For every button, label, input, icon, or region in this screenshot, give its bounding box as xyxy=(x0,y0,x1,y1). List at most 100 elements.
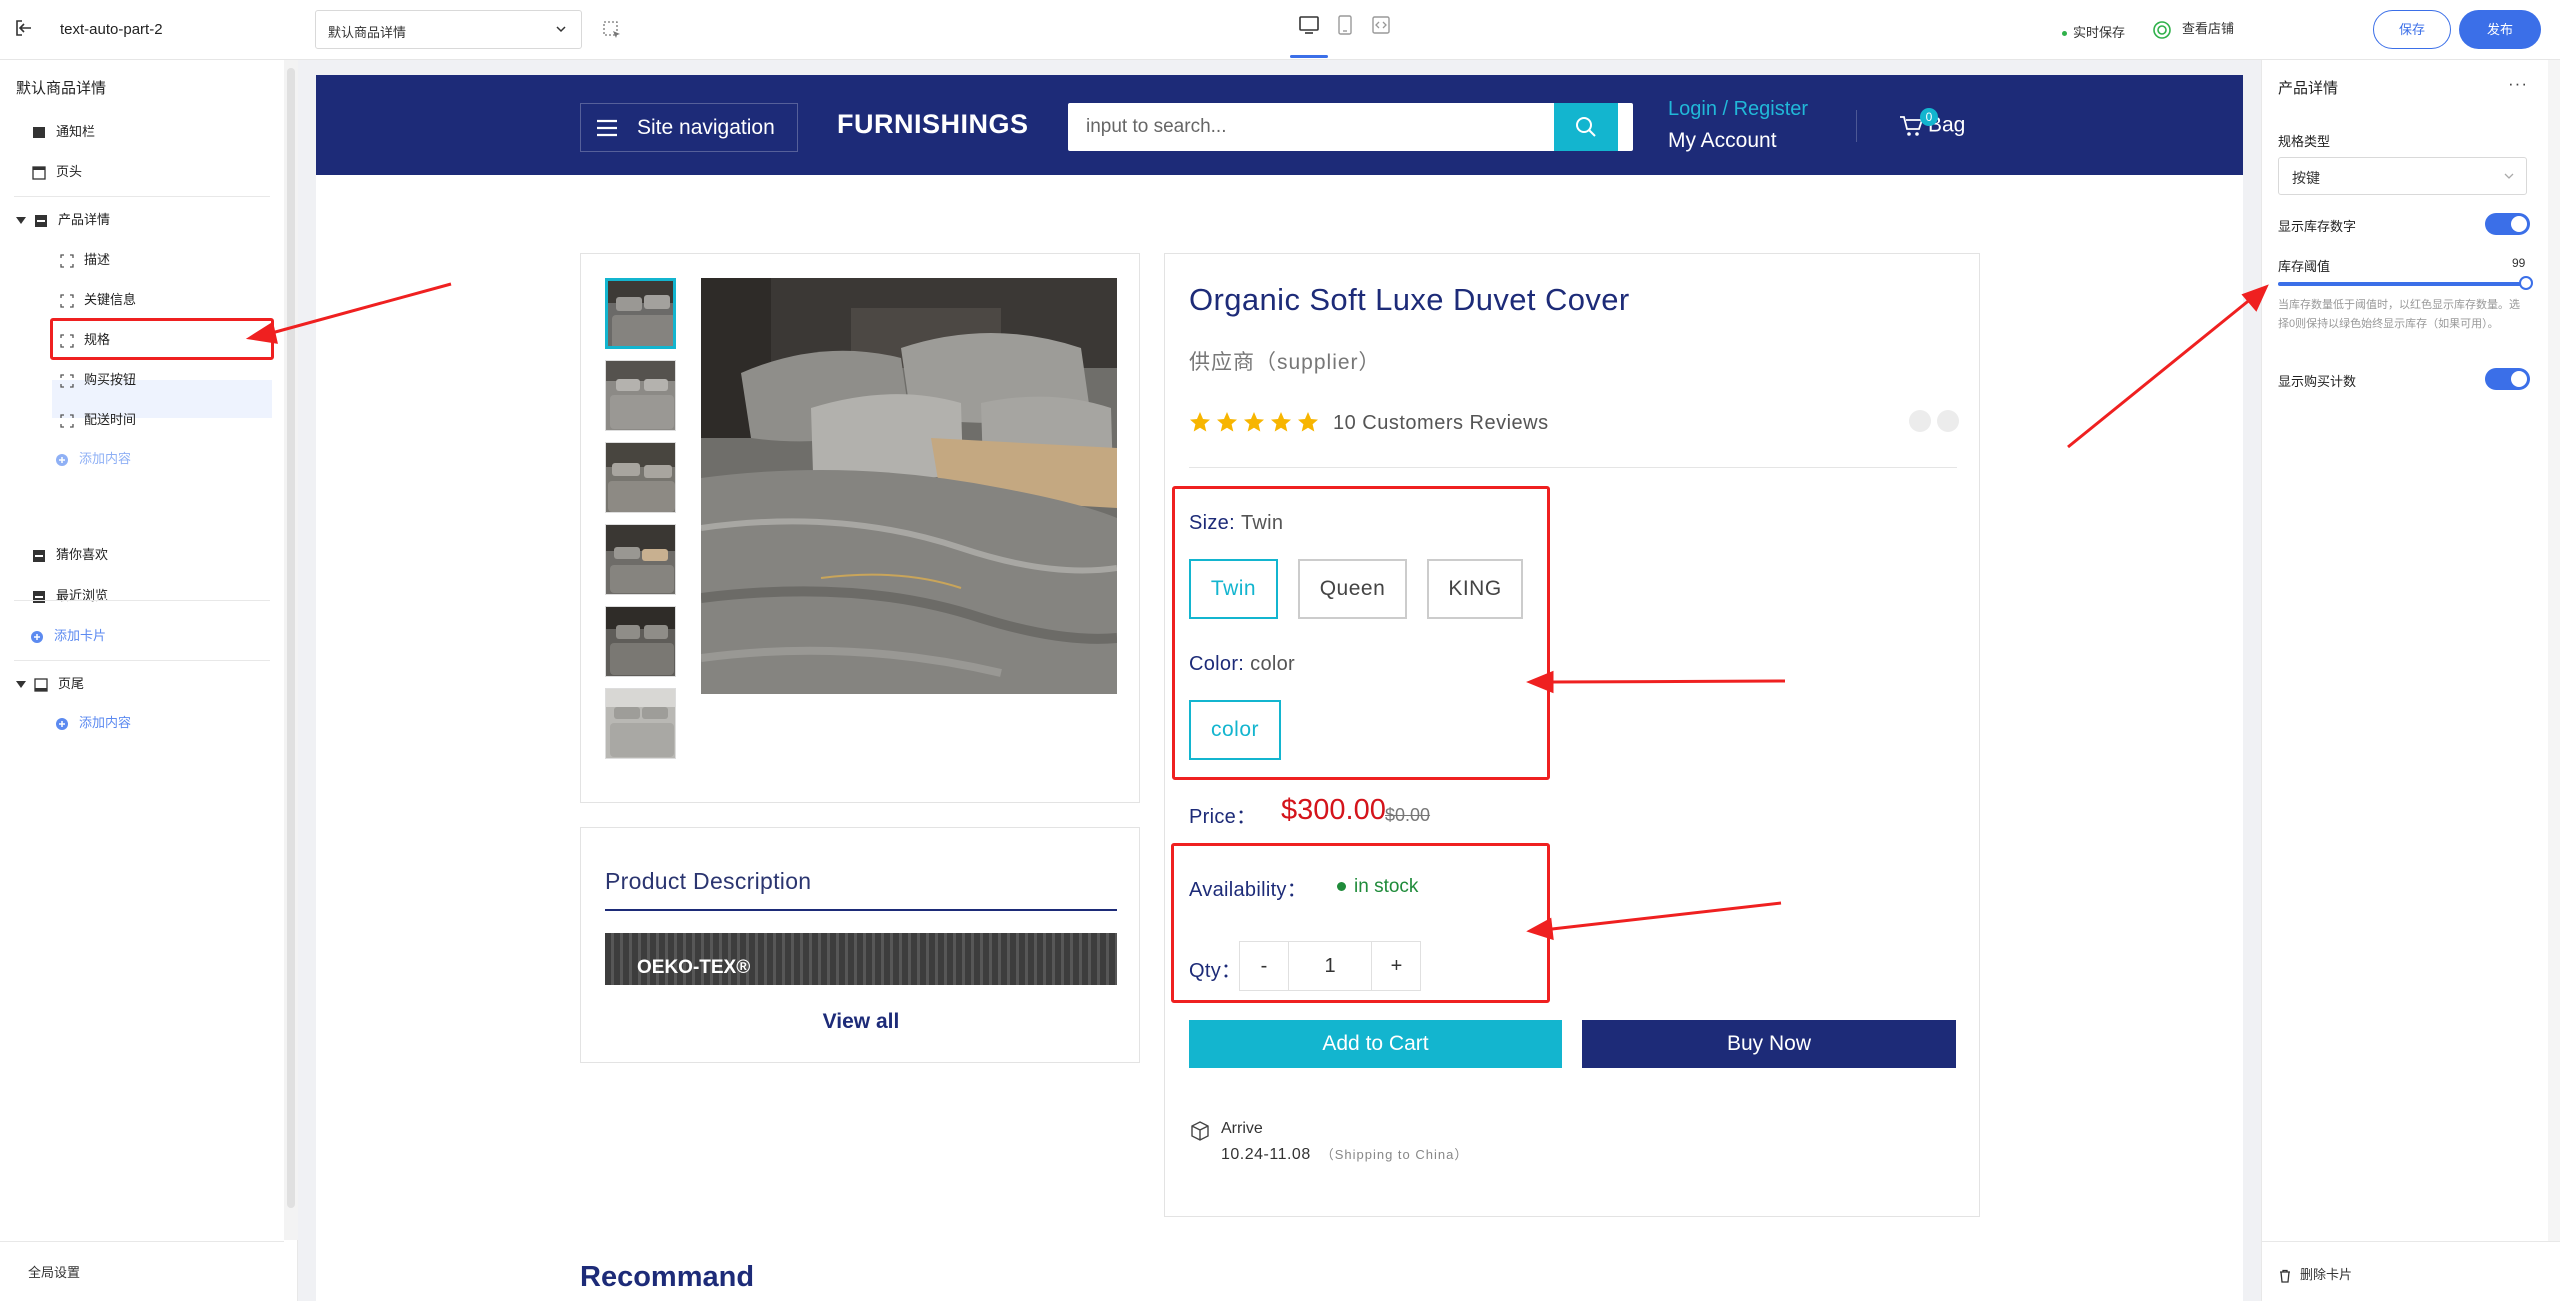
exit-icon[interactable] xyxy=(14,18,34,38)
arrive-date-range: 10.24-11.08 （Shipping to China） xyxy=(1221,1144,1468,1164)
sidebar-item-buy-buttons[interactable]: 购买按钮 xyxy=(60,360,136,400)
autosave-dot xyxy=(2062,31,2067,37)
rating-stars xyxy=(1189,411,1324,438)
more-options-icon[interactable]: ··· xyxy=(2508,74,2528,94)
trash-icon xyxy=(2280,1269,2290,1283)
duvet-cover-photo xyxy=(701,278,1117,694)
stock-threshold-slider-fill xyxy=(2278,282,2526,286)
block-icon xyxy=(60,413,74,428)
description-title-underline xyxy=(605,909,1117,911)
package-icon xyxy=(1191,1121,1209,1141)
search-input[interactable]: input to search... xyxy=(1068,103,1633,151)
sidebar-item-key-info[interactable]: 关键信息 xyxy=(60,280,136,320)
sidebar-item-recently-viewed[interactable]: 最近浏览 xyxy=(32,576,108,616)
store-header: Site navigation FURNISHINGS input to sea… xyxy=(316,75,2243,175)
sidebar-scroll-thumb[interactable] xyxy=(287,68,295,1208)
show-stock-count-toggle[interactable] xyxy=(2485,213,2530,235)
expand-caret-icon[interactable] xyxy=(16,681,26,689)
global-settings-button[interactable]: 全局设置 xyxy=(0,1241,284,1301)
block-icon xyxy=(60,293,74,308)
autosave-status: 实时保存 xyxy=(2062,22,2125,41)
gallery-thumbnail[interactable] xyxy=(605,606,676,677)
add-card-button[interactable]: 添加卡片 xyxy=(30,616,106,656)
view-store-link[interactable]: 查看店铺 xyxy=(2152,18,2234,40)
header-divider xyxy=(1856,110,1857,142)
sidebar-item-footer[interactable]: 页尾 xyxy=(16,664,84,704)
gallery-thumbnail[interactable] xyxy=(605,278,676,349)
sidebar-item-description[interactable]: 描述 xyxy=(60,240,110,280)
sidebar-item-notification-bar[interactable]: 通知栏 xyxy=(32,112,95,152)
delete-card-button[interactable]: 删除卡片 xyxy=(2278,1264,2352,1283)
buy-now-button[interactable]: Buy Now xyxy=(1582,1020,1956,1068)
sidebar-item-label: 页尾 xyxy=(58,676,85,691)
star-icon xyxy=(1217,412,1237,432)
search-icon xyxy=(1576,117,1596,137)
save-button[interactable]: 保存 xyxy=(2373,10,2451,49)
chevron-down-icon xyxy=(2504,173,2514,179)
login-register-link[interactable]: Login / Register xyxy=(1668,98,1808,121)
gallery-thumbnail[interactable] xyxy=(605,688,676,759)
store-icon xyxy=(2153,20,2171,39)
arrive-dates: 10.24-11.08 xyxy=(1221,1146,1311,1163)
stock-threshold-slider-handle[interactable] xyxy=(2518,276,2533,290)
star-icon xyxy=(1298,412,1318,432)
sidebar-divider xyxy=(14,600,270,601)
compare-at-price: $0.00 xyxy=(1385,805,1431,825)
code-view-icon[interactable] xyxy=(1370,14,1392,36)
top-bar: text-auto-part-2 默认商品详情 实时保存 查看店铺 保存 发布 xyxy=(0,0,2560,60)
facebook-share-icon[interactable] xyxy=(1909,410,1931,432)
desktop-view-icon[interactable] xyxy=(1298,14,1320,36)
star-icon xyxy=(1190,412,1210,432)
gallery-thumbnail[interactable] xyxy=(605,360,676,431)
add-footer-content-button[interactable]: 添加内容 xyxy=(55,703,131,743)
product-price: $300.00 xyxy=(1281,794,1386,826)
expand-caret-icon[interactable] xyxy=(16,217,26,225)
project-name: text-auto-part-2 xyxy=(60,21,163,38)
sidebar-item-delivery-time[interactable]: 配送时间 xyxy=(60,400,136,440)
sidebar-item-label: 通知栏 xyxy=(56,124,96,139)
site-navigation-button[interactable]: Site navigation xyxy=(580,103,798,152)
stock-threshold-hint: 当库存数量低于阈值时，以红色显示库存数量。选择0则保持以绿色始终显示库存（如果可… xyxy=(2278,299,2520,330)
gallery-thumbnail[interactable] xyxy=(605,524,676,595)
device-active-indicator xyxy=(1290,55,1328,58)
twitter-share-icon[interactable] xyxy=(1937,410,1959,432)
bedding-thumbnail-image xyxy=(606,443,675,512)
tablet-view-icon[interactable] xyxy=(1334,14,1356,36)
spec-type-select[interactable]: 按键 xyxy=(2278,157,2527,195)
gallery-thumbnail[interactable] xyxy=(605,442,676,513)
store-logo[interactable]: FURNISHINGS xyxy=(837,109,1029,140)
show-stock-count-label: 显示库存数字 xyxy=(2278,219,2357,234)
selection-tool-icon[interactable] xyxy=(602,20,622,40)
page-template-select[interactable]: 默认商品详情 xyxy=(315,10,582,49)
reviews-count[interactable]: 10 Customers Reviews xyxy=(1333,412,1549,435)
product-gallery xyxy=(580,253,1140,803)
spec-type-label: 规格类型 xyxy=(2278,134,2331,149)
oeko-tex-logo: OEKO-TEX® xyxy=(637,957,751,978)
settings-panel-scrollbar[interactable] xyxy=(2548,60,2560,1241)
block-icon xyxy=(60,253,74,268)
show-purchase-count-toggle[interactable] xyxy=(2485,368,2530,390)
add-content-button[interactable]: 添加内容 xyxy=(55,439,131,479)
global-settings-label: 全局设置 xyxy=(28,1265,81,1280)
product-main-image[interactable] xyxy=(701,278,1117,694)
stock-threshold-label: 库存阈值 xyxy=(2278,259,2331,274)
sidebar-item-header[interactable]: 页头 xyxy=(32,152,82,192)
add-to-cart-button[interactable]: Add to Cart xyxy=(1189,1020,1562,1068)
plus-circle-icon xyxy=(56,717,68,730)
stock-threshold-value: 99 xyxy=(2512,256,2526,270)
site-navigation-label: Site navigation xyxy=(637,116,775,139)
search-button[interactable] xyxy=(1554,103,1618,151)
left-sidebar: 默认商品详情 通知栏 页头 产品详情 描述 关键信息 规格 购买按钮 配送时间 … xyxy=(0,60,298,1301)
section-icon xyxy=(33,549,45,562)
show-purchase-count-label: 显示购买计数 xyxy=(2278,374,2357,389)
view-all-link[interactable]: View all xyxy=(581,1010,1141,1034)
my-account-link[interactable]: My Account xyxy=(1668,129,1777,153)
bag-count-badge: 0 xyxy=(1920,108,1938,126)
product-detail-icon xyxy=(35,214,47,227)
sidebar-item-product-detail[interactable]: 产品详情 xyxy=(16,200,110,240)
publish-button[interactable]: 发布 xyxy=(2459,10,2541,49)
sidebar-divider xyxy=(14,196,270,197)
product-title: Organic Soft Luxe Duvet Cover xyxy=(1189,282,1630,317)
sidebar-item-you-may-like[interactable]: 猜你喜欢 xyxy=(32,535,108,575)
section-icon xyxy=(33,590,45,603)
